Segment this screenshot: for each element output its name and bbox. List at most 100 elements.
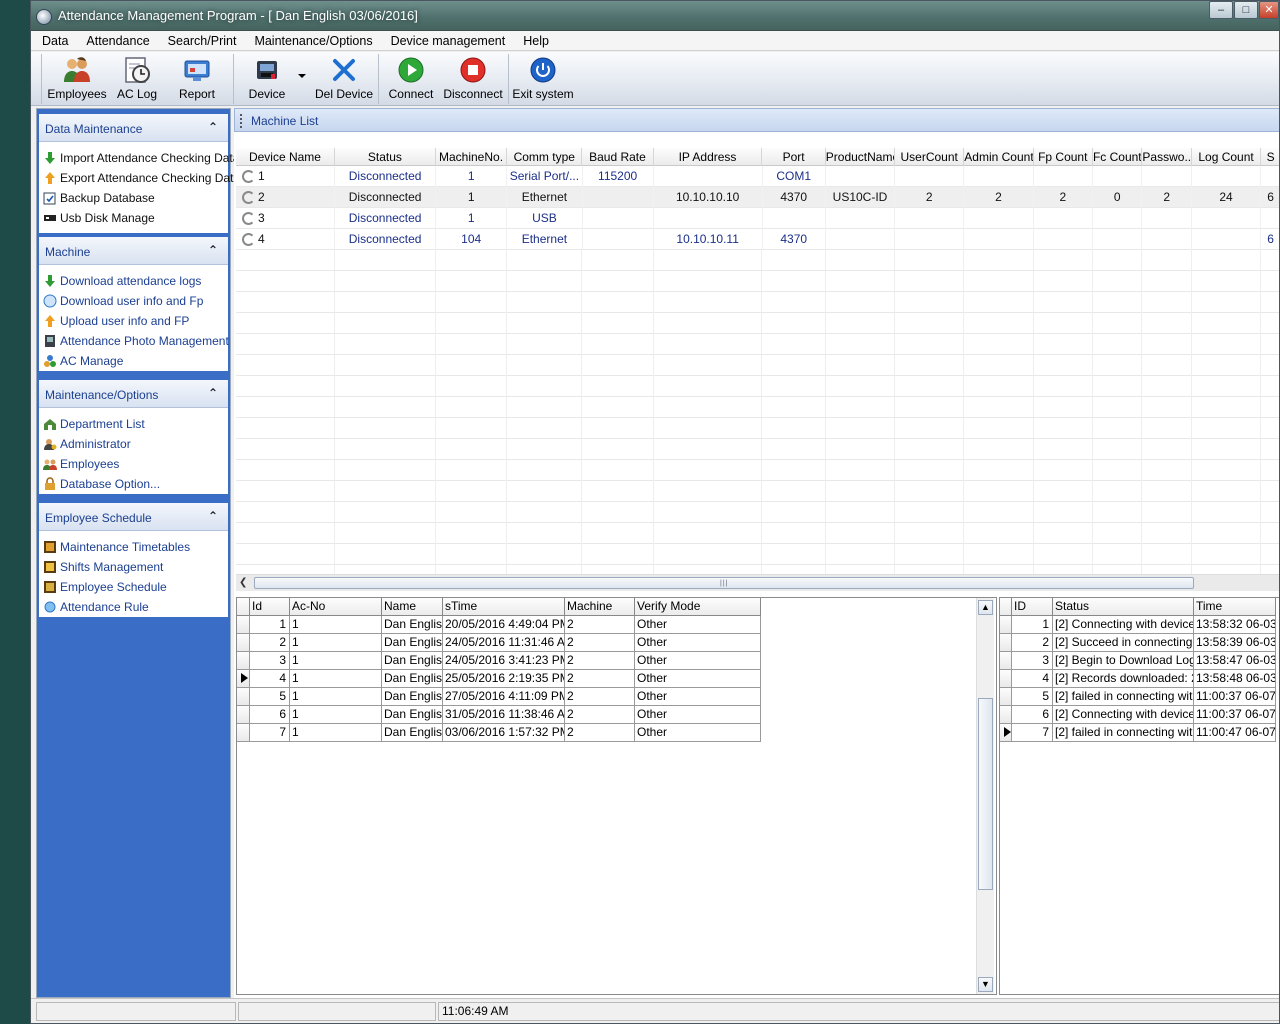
column-header[interactable]: MachineNo. <box>436 148 508 166</box>
status-row[interactable]: 6 [2] Connecting with device,pl 11:00:37 0… <box>1000 706 1276 724</box>
machine-row[interactable]: 1 Disconnected 1 Serial Port/... 115200 COM1 <box>236 166 1279 187</box>
collapse-chevron-icon[interactable]: ⌃ <box>208 509 218 523</box>
column-header[interactable]: Passwo... <box>1142 148 1192 166</box>
employees-button[interactable]: Employees <box>47 52 107 102</box>
column-header[interactable]: IP Address <box>654 148 763 166</box>
sidebar-item-upload-user-info[interactable]: Upload user info and FP <box>39 311 228 331</box>
row-indicator[interactable] <box>237 652 250 669</box>
column-header[interactable]: Port <box>762 148 826 166</box>
column-header[interactable]: Log Count <box>1192 148 1262 166</box>
connect-button[interactable]: Connect <box>383 52 439 102</box>
column-header[interactable]: UserCount <box>895 148 965 166</box>
close-button[interactable]: ✕ <box>1259 1 1279 19</box>
column-header[interactable]: Status <box>1053 598 1194 616</box>
column-header[interactable]: Device Name <box>236 148 335 166</box>
scroll-thumb[interactable]: ||| <box>254 577 1194 589</box>
menu-attendance[interactable]: Attendance <box>75 34 156 48</box>
sidebar-item-attendance-rule[interactable]: Attendance Rule <box>39 597 228 617</box>
scroll-up-icon[interactable]: ▲ <box>978 600 993 615</box>
status-row[interactable]: 4 [2] Records downloaded: 24 13:58:48 06-0… <box>1000 670 1276 688</box>
log-row[interactable]: 3 1 Dan English 24/05/2016 3:41:23 PM 2 Other <box>237 652 761 670</box>
column-header[interactable]: Name <box>382 598 443 616</box>
row-indicator[interactable] <box>237 688 250 705</box>
row-indicator[interactable] <box>237 706 250 723</box>
device-dropdown-arrow[interactable] <box>295 52 309 102</box>
scroll-down-icon[interactable]: ▼ <box>978 977 993 992</box>
sidebar-item-download-logs[interactable]: Download attendance logs <box>39 271 228 291</box>
sidebar-item-administrator[interactable]: Administrator <box>39 434 228 454</box>
sidebar-item-photo-management[interactable]: Attendance Photo Management <box>39 331 229 351</box>
column-header[interactable]: Fc Count <box>1093 148 1143 166</box>
status-row[interactable]: 3 [2] Begin to Download Log 13:58:47 06-03 <box>1000 652 1276 670</box>
row-indicator[interactable] <box>1000 652 1012 669</box>
sidebar-item-usb-disk[interactable]: Usb Disk Manage <box>39 208 228 228</box>
machine-row[interactable]: 3 Disconnected 1 USB <box>236 208 1279 229</box>
sidebar-item-employees[interactable]: Employees <box>39 454 228 474</box>
sidebar-item-import-attendance[interactable]: Import Attendance Checking Data <box>39 148 239 168</box>
column-header[interactable]: Machine <box>565 598 635 616</box>
sidebar-item-database-option[interactable]: Database Option... <box>39 474 228 494</box>
column-header[interactable]: S <box>1261 148 1279 166</box>
log-row[interactable]: 1 1 Dan English 20/05/2016 4:49:04 PM 2 Other <box>237 616 761 634</box>
menu-maintenance-options[interactable]: Maintenance/Options <box>243 34 379 48</box>
column-header[interactable]: Ac-No <box>290 598 382 616</box>
column-header[interactable]: Verify Mode <box>635 598 761 616</box>
row-indicator[interactable] <box>237 724 250 741</box>
vertical-scrollbar[interactable]: ▲ ▼ <box>976 598 994 994</box>
sidebar-item-department-list[interactable]: Department List <box>39 414 228 434</box>
menu-help[interactable]: Help <box>512 34 556 48</box>
column-header[interactable]: Fp Count <box>1034 148 1093 166</box>
panel-header[interactable]: Employee Schedule ⌃ <box>39 503 228 531</box>
horizontal-scrollbar[interactable]: ❮ ||| <box>236 574 1279 591</box>
menu-search-print[interactable]: Search/Print <box>157 34 244 48</box>
machine-row[interactable]: 4 Disconnected 104 Ethernet 10.10.10.11 4370 6 <box>236 229 1279 250</box>
column-header[interactable]: ID <box>1012 598 1053 616</box>
menu-data[interactable]: Data <box>31 34 75 48</box>
status-row[interactable]: 7 [2] failed in connecting with d 11:00:47… <box>1000 724 1276 742</box>
collapse-chevron-icon[interactable]: ⌃ <box>208 120 218 134</box>
column-header[interactable]: Comm type <box>507 148 583 166</box>
scroll-left-icon[interactable]: ❮ <box>239 577 251 589</box>
column-header[interactable]: Time <box>1194 598 1276 616</box>
row-indicator[interactable] <box>1000 724 1012 741</box>
sidebar-item-employee-schedule[interactable]: Employee Schedule <box>39 577 228 597</box>
panel-header[interactable]: Machine ⌃ <box>39 237 228 265</box>
row-indicator[interactable] <box>1000 616 1012 633</box>
collapse-chevron-icon[interactable]: ⌃ <box>208 243 218 257</box>
minimize-button[interactable]: – <box>1209 1 1233 19</box>
ac-log-button[interactable]: AC Log <box>109 52 165 102</box>
log-row[interactable]: 7 1 Dan English 03/06/2016 1:57:32 PM 2 Other <box>237 724 761 742</box>
sidebar-item-ac-manage[interactable]: AC Manage <box>39 351 228 371</box>
panel-header[interactable]: Data Maintenance ⌃ <box>39 114 228 142</box>
log-row[interactable]: 6 1 Dan English 31/05/2016 11:38:46 AM 2 Othe… <box>237 706 761 724</box>
collapse-chevron-icon[interactable]: ⌃ <box>208 386 218 400</box>
column-header[interactable]: ProductName <box>826 148 896 166</box>
status-row[interactable]: 1 [2] Connecting with device,pl 13:58:32 0… <box>1000 616 1276 634</box>
log-row[interactable]: 2 1 Dan English 24/05/2016 11:31:46 AM 2 Othe… <box>237 634 761 652</box>
sidebar-item-download-user-info[interactable]: Download user info and Fp <box>39 291 228 311</box>
report-button[interactable]: Report <box>171 52 223 102</box>
row-indicator[interactable] <box>1000 706 1012 723</box>
machine-row[interactable]: 2 Disconnected 1 Ethernet 10.10.10.10 4370 US1… <box>236 187 1279 208</box>
sidebar-item-shifts[interactable]: Shifts Management <box>39 557 228 577</box>
status-row[interactable]: 2 [2] Succeed in connecting wi 13:58:39 06… <box>1000 634 1276 652</box>
row-indicator[interactable] <box>237 634 250 651</box>
panel-header[interactable]: Maintenance/Options ⌃ <box>39 380 228 408</box>
row-indicator[interactable] <box>1000 670 1012 687</box>
row-indicator[interactable] <box>1000 634 1012 651</box>
maximize-button[interactable]: □ <box>1234 1 1258 19</box>
column-header[interactable]: Status <box>335 148 436 166</box>
status-row[interactable]: 5 [2] failed in connecting with d 11:00:37… <box>1000 688 1276 706</box>
menu-device-management[interactable]: Device management <box>380 34 513 48</box>
log-row[interactable]: 4 1 Dan English 25/05/2016 2:19:35 PM 2 Other <box>237 670 761 688</box>
row-indicator[interactable] <box>237 616 250 633</box>
row-indicator[interactable] <box>1000 688 1012 705</box>
sidebar-item-timetables[interactable]: Maintenance Timetables <box>39 537 228 557</box>
column-header[interactable]: Id <box>250 598 290 616</box>
column-header[interactable]: Admin Count <box>964 148 1034 166</box>
scroll-thumb[interactable] <box>978 698 993 890</box>
column-header[interactable]: sTime <box>443 598 565 616</box>
column-header[interactable]: Baud Rate <box>582 148 654 166</box>
sidebar-item-export-attendance[interactable]: Export Attendance Checking Data <box>39 168 240 188</box>
row-indicator[interactable] <box>237 670 250 687</box>
